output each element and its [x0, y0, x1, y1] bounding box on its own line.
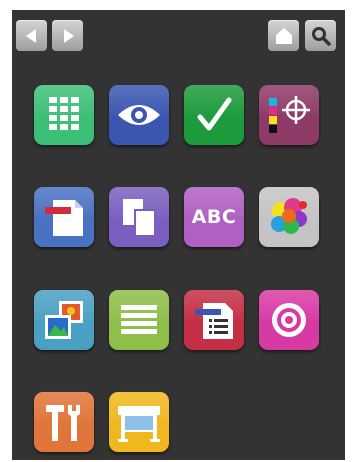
- target-icon: [268, 299, 310, 341]
- tile-grid[interactable]: [34, 85, 94, 145]
- tile-target[interactable]: [259, 290, 319, 350]
- tile-color-palette[interactable]: [259, 187, 319, 247]
- search-button[interactable]: [305, 20, 336, 51]
- eye-icon: [116, 101, 162, 129]
- document-icon: [41, 194, 87, 240]
- layers-icon: [118, 302, 160, 338]
- home-button[interactable]: [268, 20, 299, 51]
- text-icon-label: ABC: [191, 206, 237, 228]
- document-list-icon: [191, 297, 237, 343]
- magnifier-icon: [310, 25, 332, 47]
- tile-eye[interactable]: [109, 85, 169, 145]
- tile-pages[interactable]: [109, 187, 169, 247]
- tile-color-registration[interactable]: [259, 85, 319, 145]
- back-button[interactable]: [16, 20, 47, 51]
- grid-icon: [47, 95, 81, 135]
- color-palette-icon: [265, 193, 313, 241]
- color-registration-icon: [266, 92, 312, 138]
- tools-icon: [42, 400, 86, 444]
- forward-button[interactable]: [52, 20, 83, 51]
- pages-icon: [117, 195, 161, 239]
- home-icon: [274, 26, 294, 46]
- tile-layers[interactable]: [109, 290, 169, 350]
- tile-document[interactable]: [34, 187, 94, 247]
- tile-document-list[interactable]: [184, 290, 244, 350]
- tile-text[interactable]: ABC: [184, 187, 244, 247]
- arrow-left-icon: [23, 27, 41, 45]
- tile-printer[interactable]: [109, 392, 169, 452]
- tile-check[interactable]: [184, 85, 244, 145]
- tile-tools[interactable]: [34, 392, 94, 452]
- arrow-right-icon: [59, 27, 77, 45]
- images-icon: [41, 297, 87, 343]
- checkmark-icon: [194, 95, 234, 135]
- tile-images[interactable]: [34, 290, 94, 350]
- printer-icon: [115, 400, 163, 444]
